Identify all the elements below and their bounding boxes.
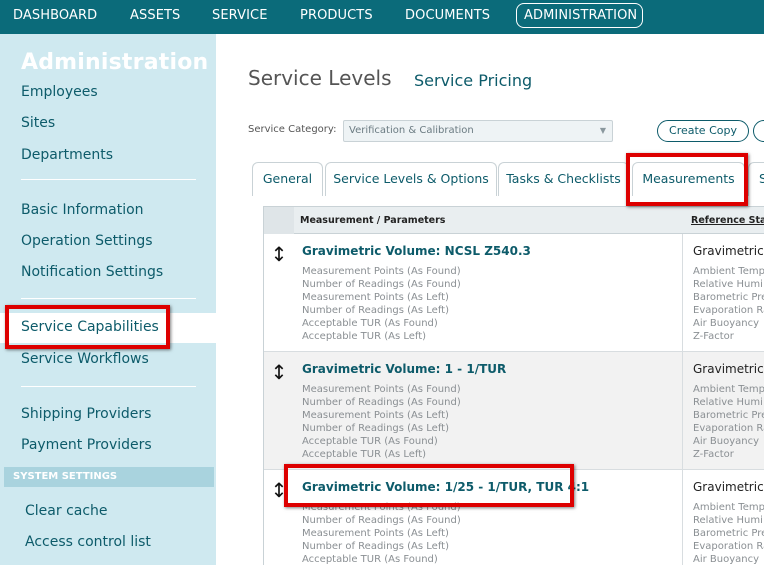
sidebar-item-notification-settings[interactable]: Notification Settings [21,264,163,280]
table-row: ↕ Gravimetric Volume: NCSL Z540.3 Measur… [264,234,764,352]
parameter: Acceptable TUR (As Found) [302,318,438,329]
drag-handle-icon[interactable]: ↕ [269,244,289,264]
parameter: Measurement Points (As Left) [302,410,449,421]
sidebar-item-shipping-providers[interactable]: Shipping Providers [21,406,151,422]
measurements-table: Measurement / Parameters Reference Stan … [263,206,764,565]
reference-parameter: Evaporation Ra [693,423,764,434]
service-category-value: Verification & Calibration [349,125,474,136]
reference-parameter: Ambient Temp [693,502,764,513]
reference-parameter: Ambient Temp [693,266,764,277]
parameter: Acceptable TUR (As Found) [302,554,438,565]
sidebar-section-system-settings: SYSTEM SETTINGS [4,467,214,487]
reference-parameter: Relative Humi [693,279,763,290]
sidebar-item-clear-cache[interactable]: Clear cache [25,503,108,519]
page-title: Service Levels [248,66,392,90]
table-header-handle-column [264,207,294,234]
sidebar-divider [21,386,196,387]
tab-next[interactable]: S [748,162,764,196]
highlight-service-capabilities [5,305,170,349]
top-navigation: DASHBOARD ASSETS SERVICE PRODUCTS DOCUME… [0,0,764,34]
sidebar-item-payment-providers[interactable]: Payment Providers [21,437,152,453]
measurement-name[interactable]: Gravimetric Volume: NCSL Z540.3 [302,244,531,258]
tab-general[interactable]: General [252,162,323,196]
sidebar-divider [21,298,196,299]
table-header: Measurement / Parameters Reference Stan [264,206,764,234]
reference-parameter: Air Buoyancy [693,554,760,565]
nav-administration[interactable]: ADMINISTRATION [524,8,637,23]
reference-name: Gravimetric [693,362,764,376]
table-row: ↕ Gravimetric Volume: 1 - 1/TUR Measurem… [264,352,764,470]
sidebar-item-sites[interactable]: Sites [21,115,55,131]
sidebar-item-basic-information[interactable]: Basic Information [21,202,144,218]
parameter: Number of Readings (As Found) [302,279,461,290]
parameter: Number of Readings (As Left) [302,541,449,552]
sidebar-item-access-control-list[interactable]: Access control list [25,534,151,550]
parameter: Measurement Points (As Found) [302,384,461,395]
column-divider [682,234,683,352]
sidebar-item-operation-settings[interactable]: Operation Settings [21,233,153,249]
service-pricing-link[interactable]: Service Pricing [414,71,532,90]
reference-parameter: Z-Factor [693,449,734,460]
nav-assets[interactable]: ASSETS [130,8,180,23]
column-divider [682,470,683,565]
nav-dashboard[interactable]: DASHBOARD [13,8,97,23]
reference-parameter: Relative Humi [693,515,763,526]
reference-parameter: Barometric Pre [693,410,764,421]
nav-documents[interactable]: DOCUMENTS [405,8,490,23]
parameter: Measurement Points (As Left) [302,528,449,539]
sidebar-item-service-workflows[interactable]: Service Workflows [21,351,149,367]
highlight-measurements-tab [626,153,748,206]
highlight-measurement-row [284,464,574,507]
nav-products[interactable]: PRODUCTS [300,8,373,23]
sidebar-divider [21,179,196,180]
drag-handle-icon[interactable]: ↕ [269,362,289,382]
parameter: Number of Readings (As Found) [302,397,461,408]
create-copy-button[interactable]: Create Copy [657,120,749,142]
parameter: Number of Readings (As Left) [302,423,449,434]
chevron-down-icon: ▼ [599,126,606,135]
reference-parameter: Relative Humi [693,397,763,408]
column-header-measurement: Measurement / Parameters [300,215,446,226]
service-category-label: Service Category: [248,124,337,135]
reference-parameter: Barometric Pre [693,528,764,539]
secondary-action-button[interactable] [753,120,764,142]
reference-parameter: Z-Factor [693,331,734,342]
reference-name: Gravimetric [693,480,764,494]
reference-parameter: Air Buoyancy [693,436,760,447]
parameter: Measurement Points (As Found) [302,266,461,277]
reference-name: Gravimetric [693,244,764,258]
parameter: Acceptable TUR (As Found) [302,436,438,447]
reference-parameter: Evaporation Ra [693,541,764,552]
reference-parameter: Evaporation Ra [693,305,764,316]
reference-parameter: Barometric Pre [693,292,764,303]
parameter: Number of Readings (As Left) [302,305,449,316]
nav-service[interactable]: SERVICE [212,8,268,23]
tab-service-levels-options[interactable]: Service Levels & Options [325,162,497,196]
tab-tasks-checklists[interactable]: Tasks & Checklists [498,162,629,196]
sidebar-item-employees[interactable]: Employees [21,84,98,100]
reference-parameter: Ambient Temp [693,384,764,395]
parameter: Acceptable TUR (As Left) [302,331,427,342]
measurement-name[interactable]: Gravimetric Volume: 1 - 1/TUR [302,362,506,376]
parameter: Acceptable TUR (As Left) [302,449,427,460]
parameter: Number of Readings (As Found) [302,515,461,526]
column-divider [682,352,683,470]
sidebar-title: Administration [21,50,209,75]
reference-parameter: Air Buoyancy [693,318,760,329]
column-header-reference-standard[interactable]: Reference Stan [691,215,764,226]
service-category-select[interactable]: Verification & Calibration ▼ [343,120,613,142]
sidebar: Administration Employees Sites Departmen… [0,34,216,565]
parameter: Measurement Points (As Left) [302,292,449,303]
sidebar-item-departments[interactable]: Departments [21,147,113,163]
